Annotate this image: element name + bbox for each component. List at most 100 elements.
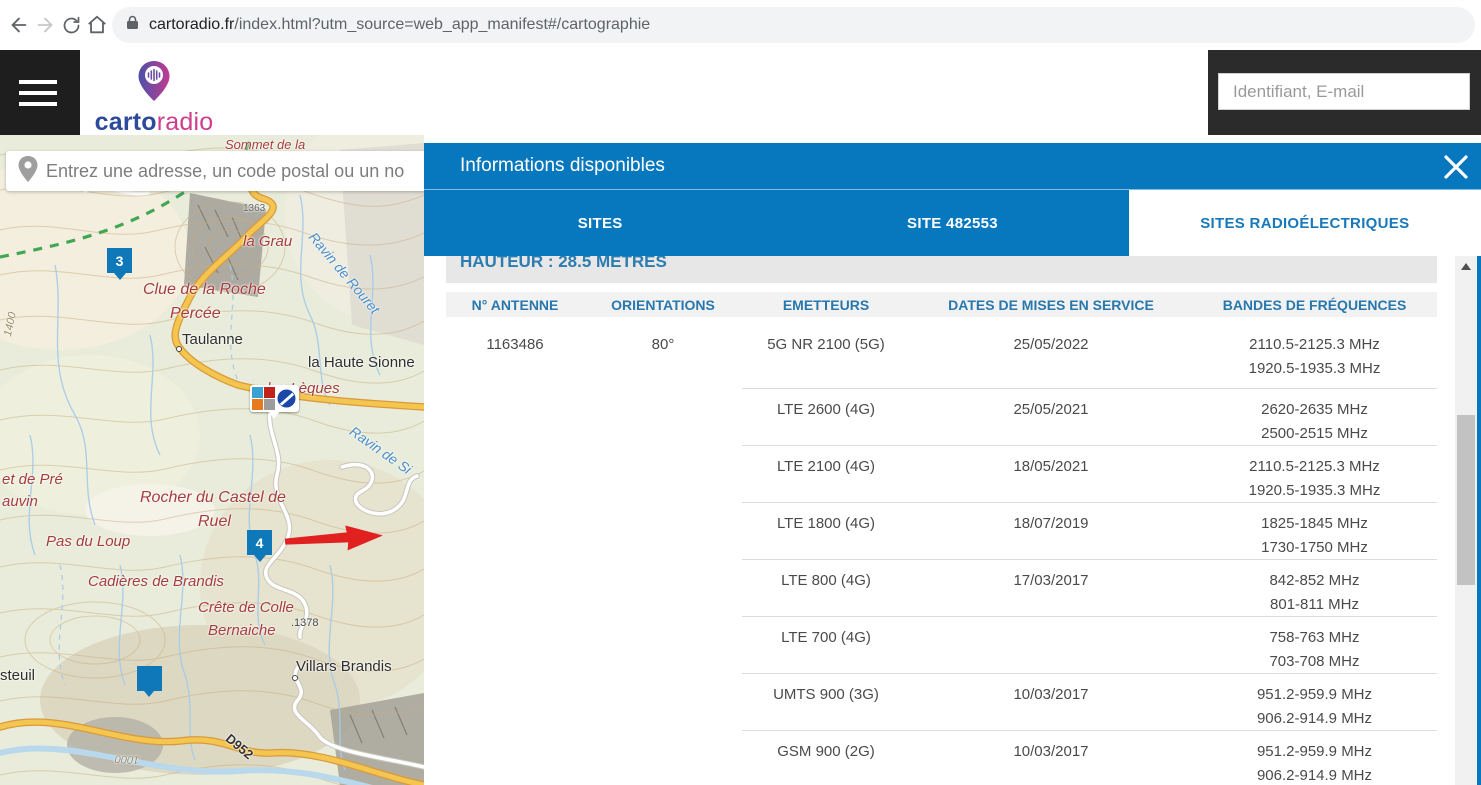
col-header-orientations: ORIENTATIONS bbox=[611, 296, 715, 313]
site-cluster-marker[interactable] bbox=[250, 385, 299, 419]
login-input[interactable] bbox=[1218, 73, 1470, 110]
col-header-emetteurs: EMETTEURS bbox=[782, 296, 870, 313]
forward-icon[interactable] bbox=[33, 13, 57, 37]
frequency-bands: 2110.5-2125.3 MHz 1920.5-1935.3 MHz bbox=[1248, 458, 1381, 499]
map-label-clue-1: Clue de la Roche bbox=[143, 281, 266, 298]
emitter: LTE 700 (4G) bbox=[781, 629, 871, 646]
emitter: LTE 2100 (4G) bbox=[776, 458, 876, 475]
frequency-bands: 951.2-959.9 MHz 906.2-914.9 MHz bbox=[1256, 743, 1373, 784]
service-date: 10/03/2017 bbox=[1013, 743, 1089, 760]
villars-dot bbox=[292, 675, 298, 681]
frequency-bands: 951.2-959.9 MHz 906.2-914.9 MHz bbox=[1256, 686, 1373, 727]
cluster-squares-icon bbox=[252, 387, 275, 410]
map-label-rocher-1: Rocher du Castel de bbox=[140, 489, 286, 506]
modal-header: Informations disponibles bbox=[424, 143, 1481, 190]
antenna-orientation: 80° bbox=[651, 336, 675, 353]
map-label-elev-1378: .1378 bbox=[291, 617, 319, 629]
map-label-crete-1: Crête de Colle bbox=[198, 599, 294, 616]
frequency-bands: 842-852 MHz 801-811 MHz bbox=[1269, 572, 1360, 613]
site-marker-4[interactable]: 4 bbox=[247, 530, 272, 562]
map-label-elev-1363: 1363 bbox=[243, 203, 266, 214]
scrollbar-thumb[interactable] bbox=[1457, 415, 1475, 585]
url-text: cartoradio.fr/index.html?utm_source=web_… bbox=[149, 16, 651, 33]
map-canvas[interactable]: Sommet de la la Grau Ravin de Rouret 136… bbox=[0, 135, 424, 785]
col-header-antenne: N° ANTENNE bbox=[471, 296, 559, 313]
hauteur-bar: HAUTEUR : 28.5 MÈTRES bbox=[446, 256, 1437, 283]
site-marker-3[interactable]: 3 bbox=[107, 248, 132, 280]
map-label-la-grau: la Grau bbox=[243, 233, 293, 250]
red-arrow-annotation bbox=[285, 525, 383, 551]
map-label-contour-1000: 1000 bbox=[114, 752, 140, 766]
site-marker-selected[interactable] bbox=[137, 666, 162, 697]
lock-icon bbox=[126, 15, 139, 35]
emitter: UMTS 900 (3G) bbox=[773, 686, 879, 703]
back-icon[interactable] bbox=[7, 13, 31, 37]
map-label-taulanne: Taulanne bbox=[182, 331, 243, 348]
service-date bbox=[910, 616, 1192, 674]
logo-text: cartoradio bbox=[94, 108, 214, 136]
emitter: 5G NR 2100 (5G) bbox=[767, 336, 885, 353]
map-label-crete-2: Bernaiche bbox=[208, 622, 276, 639]
table-row: GSM 900 (2G) 10/03/2017 951.2-959.9 MHz 9… bbox=[446, 730, 1437, 785]
frequency-bands: 1825-1845 MHz 1730-1750 MHz bbox=[1261, 515, 1368, 556]
table-row: LTE 700 (4G) 758-763 MHz 703-708 MHz bbox=[446, 616, 1437, 673]
taulanne-dot bbox=[176, 346, 182, 352]
map-label-villars: Villars Brandis bbox=[296, 658, 392, 675]
emitter: LTE 1800 (4G) bbox=[776, 515, 876, 532]
map-label-pre-1: et de Pré bbox=[2, 471, 63, 488]
cartoradio-logo[interactable]: cartoradio bbox=[92, 60, 216, 137]
tab-sites[interactable]: SITES bbox=[424, 190, 776, 256]
table-row: LTE 2100 (4G) 18/05/2021 2110.5-2125.3 M… bbox=[446, 445, 1437, 502]
map-label-rocher-2: Ruel bbox=[198, 513, 231, 530]
frequency-bands: 2110.5-2125.3 MHz 1920.5-1935.3 MHz bbox=[1248, 336, 1381, 377]
table-row: 1163486 80° 5G NR 2100 (5G) 25/05/2022 2… bbox=[446, 317, 1437, 388]
logo-pin-icon bbox=[138, 61, 170, 101]
hauteur-text: HAUTEUR : 28.5 MÈTRES bbox=[460, 256, 667, 271]
tab-sites-radioelectriques[interactable]: SITES RADIOÉLECTRIQUES bbox=[1128, 190, 1481, 256]
map-label-haute-sionne: la Haute Sionne bbox=[308, 354, 415, 371]
modal-content: HAUTEUR : 28.5 MÈTRES N° ANTENNE ORIENTA… bbox=[424, 256, 1481, 785]
emitter: LTE 800 (4G) bbox=[781, 572, 871, 589]
map-label-sommet: Sommet de la bbox=[225, 137, 306, 152]
informations-modal: Informations disponibles SITES SITE 4825… bbox=[424, 143, 1481, 785]
map-terrain bbox=[0, 135, 424, 785]
service-date: 25/05/2022 bbox=[1013, 336, 1089, 353]
col-header-bandes: BANDES DE FRÉQUENCES bbox=[1222, 296, 1407, 313]
emitter: GSM 900 (2G) bbox=[777, 743, 875, 760]
home-icon[interactable] bbox=[85, 13, 109, 37]
antenna-number: 1163486 bbox=[486, 336, 544, 353]
frequency-bands: 758-763 MHz 703-708 MHz bbox=[1269, 629, 1360, 670]
table-row: LTE 800 (4G) 17/03/2017 842-852 MHz 801-8… bbox=[446, 559, 1437, 616]
modal-tabs: SITES SITE 482553 SITES RADIOÉLECTRIQUES bbox=[424, 190, 1481, 256]
col-header-dates: DATES DE MISES EN SERVICE bbox=[948, 296, 1154, 313]
browser-toolbar: cartoradio.fr/index.html?utm_source=web_… bbox=[0, 0, 1481, 50]
tab-site-482553[interactable]: SITE 482553 bbox=[776, 190, 1128, 256]
service-date: 25/05/2021 bbox=[1013, 401, 1089, 418]
reload-icon[interactable] bbox=[59, 13, 83, 37]
hamburger-menu-icon[interactable] bbox=[0, 50, 80, 135]
map-label-steuil: steuil bbox=[0, 667, 36, 684]
map-label-clue-2: Percée bbox=[170, 305, 221, 322]
url-bar[interactable]: cartoradio.fr/index.html?utm_source=web_… bbox=[112, 7, 1475, 43]
scrollbar-up-icon[interactable] bbox=[1455, 256, 1477, 277]
login-panel bbox=[1208, 50, 1481, 135]
table-row: UMTS 900 (3G) 10/03/2017 951.2-959.9 MHz… bbox=[446, 673, 1437, 730]
antenna-table: 1163486 80° 5G NR 2100 (5G) 25/05/2022 2… bbox=[446, 317, 1437, 785]
address-search-bar bbox=[6, 151, 424, 191]
app-header: cartoradio bbox=[0, 50, 1481, 137]
service-date: 10/03/2017 bbox=[1013, 686, 1089, 703]
map-label-cadieres: Cadières de Brandis bbox=[88, 573, 224, 590]
address-search-input[interactable] bbox=[40, 160, 424, 182]
modal-title: Informations disponibles bbox=[460, 155, 665, 176]
modal-scrollbar[interactable] bbox=[1455, 256, 1477, 785]
table-row: LTE 1800 (4G) 18/07/2019 1825-1845 MHz 17… bbox=[446, 502, 1437, 559]
emitter: LTE 2600 (4G) bbox=[776, 401, 876, 418]
close-icon[interactable] bbox=[1440, 151, 1472, 183]
table-row: LTE 2600 (4G) 25/05/2021 2620-2635 MHz 25… bbox=[446, 388, 1437, 445]
service-date: 18/05/2021 bbox=[1013, 458, 1089, 475]
table-header-row: N° ANTENNE ORIENTATIONS EMETTEURS DATES … bbox=[446, 292, 1437, 317]
map-label-pas-du-loup: Pas du Loup bbox=[46, 533, 131, 550]
cluster-circle-icon bbox=[276, 388, 297, 409]
service-date: 18/07/2019 bbox=[1013, 515, 1089, 532]
map-label-pre-2: auvin bbox=[2, 493, 38, 510]
